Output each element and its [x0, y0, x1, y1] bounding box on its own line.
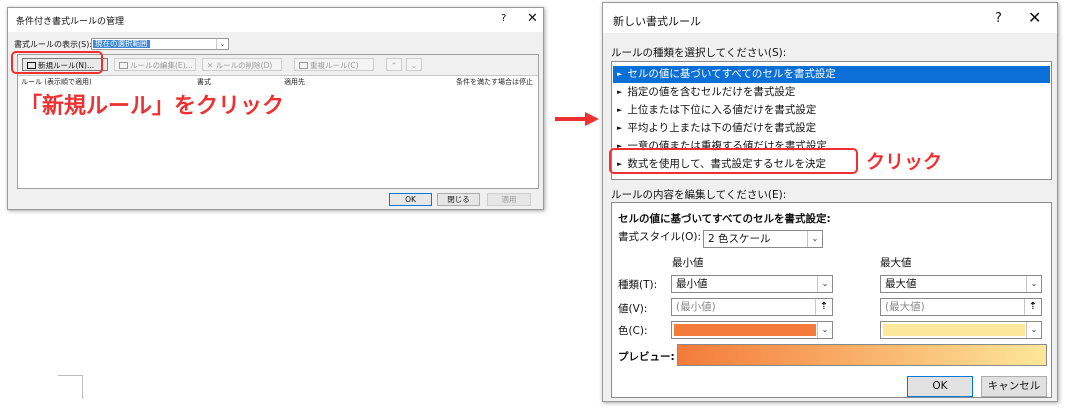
min-header: 最小値	[672, 257, 704, 269]
min-value-placeholder: (最小値)	[676, 301, 716, 313]
show-rules-select[interactable]: 現在の選択範囲 ⌄	[91, 38, 229, 50]
max-header: 最大値	[880, 257, 912, 269]
delete-rule-button[interactable]: ✕ ルールの削除(D)	[202, 58, 282, 71]
rule-type-label: 指定の値を含むセルだけを書式設定	[627, 86, 796, 98]
ok-button[interactable]: OK	[907, 376, 973, 397]
cell-border	[82, 375, 83, 399]
rule-type-item[interactable]: ► 平均より上または下の値だけを書式設定	[613, 120, 1050, 137]
duplicate-rule-icon	[299, 62, 308, 69]
max-color-swatch	[883, 324, 1025, 336]
arrow-right-icon	[555, 112, 599, 126]
rule-type-label: 平均より上または下の値だけを書式設定	[627, 122, 817, 134]
ok-button[interactable]: OK	[389, 193, 432, 206]
manage-rules-titlebar: 条件付き書式ルールの管理 ? ✕	[8, 8, 543, 32]
range-select-icon[interactable]: ⇡	[1024, 299, 1041, 315]
format-style-value: 2 色スケール	[708, 233, 771, 245]
move-down-button[interactable]: ⌄	[406, 58, 422, 71]
rule-type-item[interactable]: ► 指定の値を含むセルだけを書式設定	[613, 84, 1050, 101]
max-type-value: 最大値	[885, 278, 917, 290]
color-label: 色(C):	[618, 325, 648, 337]
manage-rules-title: 条件付き書式ルールの管理	[16, 17, 125, 27]
new-format-rule-dialog: 新しい書式ルール ? ✕ ルールの種類を選択してください(S): ► セルの値に基…	[602, 2, 1058, 402]
duplicate-rule-button[interactable]: 重複ルール(C)	[294, 58, 374, 71]
close-icon[interactable]: ✕	[527, 11, 538, 26]
select-type-label: ルールの種類を選択してください(S):	[611, 47, 787, 59]
formula-option-highlight	[609, 148, 858, 174]
rule-edit-panel: セルの値に基づいてすべてのセルを書式設定: 書式スタイル(O): 2 色スケール…	[611, 202, 1052, 398]
show-rules-label: 書式ルールの表示(S):	[14, 40, 93, 49]
edit-rule-button[interactable]: ルールの編集(E)...	[114, 58, 196, 71]
edit-rule-label: ルールの編集(E)...	[130, 61, 193, 70]
format-style-select[interactable]: 2 色スケール ⌄	[703, 230, 823, 248]
min-color-swatch	[674, 324, 816, 336]
column-header-stop-if-true: 条件を満たす場合は停止	[456, 78, 533, 86]
edit-rule-label: ルールの内容を編集してください(E):	[611, 189, 787, 201]
rule-type-item[interactable]: ► 上位または下位に入る値だけを書式設定	[613, 102, 1050, 119]
show-rules-value: 現在の選択範囲	[93, 39, 150, 48]
chevron-down-icon[interactable]: ⌄	[807, 231, 822, 247]
triangle-right-icon: ►	[617, 70, 623, 78]
chevron-down-icon: ⌄	[410, 61, 418, 70]
max-value-input[interactable]: (最大値) ⇡	[880, 298, 1042, 316]
color-scale-preview	[677, 344, 1047, 366]
delete-icon: ✕	[207, 61, 214, 70]
chevron-down-icon[interactable]: ⌄	[1026, 276, 1041, 292]
chevron-down-icon[interactable]: ⌄	[1026, 322, 1041, 338]
format-style-label: 書式スタイル(O):	[618, 231, 701, 243]
range-select-icon[interactable]: ⇡	[815, 299, 832, 315]
triangle-right-icon: ►	[617, 124, 623, 132]
edit-heading: セルの値に基づいてすべてのセルを書式設定:	[618, 213, 831, 225]
cancel-button[interactable]: キャンセル	[981, 376, 1047, 397]
triangle-right-icon: ►	[617, 106, 623, 114]
cell-border	[58, 375, 82, 376]
new-rule-titlebar: 新しい書式ルール ? ✕	[603, 3, 1057, 33]
new-rule-highlight	[11, 51, 103, 74]
help-icon[interactable]: ?	[995, 11, 1002, 26]
min-value-input[interactable]: (最小値) ⇡	[671, 298, 833, 316]
min-color-picker[interactable]: ⌄	[671, 321, 833, 339]
rule-type-label: 上位または下位に入る値だけを書式設定	[627, 104, 817, 116]
chevron-down-icon[interactable]: ⌄	[817, 276, 832, 292]
annotation-click: クリック	[866, 151, 943, 173]
chevron-down-icon[interactable]: ⌄	[216, 39, 228, 49]
column-header-applies-to: 適用先	[284, 78, 305, 86]
edit-rule-icon	[119, 62, 128, 69]
rule-type-item[interactable]: ► セルの値に基づいてすべてのセルを書式設定	[613, 66, 1050, 83]
chevron-down-icon[interactable]: ⌄	[817, 322, 832, 338]
duplicate-rule-label: 重複ルール(C)	[310, 61, 359, 70]
type-label: 種類(T):	[618, 279, 658, 291]
rule-type-label: セルの値に基づいてすべてのセルを書式設定	[627, 68, 836, 80]
preview-label: プレビュー:	[618, 351, 675, 363]
new-rule-title: 新しい書式ルール	[613, 15, 701, 28]
close-icon[interactable]: ✕	[1028, 8, 1041, 27]
delete-rule-label: ルールの削除(D)	[215, 61, 273, 70]
min-type-value: 最小値	[676, 278, 708, 290]
min-type-select[interactable]: 最小値 ⌄	[671, 275, 833, 293]
value-label: 値(V):	[618, 303, 648, 315]
column-header-format: 書式	[197, 78, 211, 86]
max-color-picker[interactable]: ⌄	[880, 321, 1042, 339]
rules-panel: 新規ルール(N)... ルールの編集(E)... ✕ ルールの削除(D) 重複ル…	[17, 54, 539, 189]
annotation-new-rule: 「新規ルール」をクリック	[20, 94, 285, 119]
column-header-rule: ルール (表示順で適用)	[21, 78, 92, 86]
chevron-up-icon: ⌃	[390, 61, 398, 70]
triangle-right-icon: ►	[617, 88, 623, 96]
max-type-select[interactable]: 最大値 ⌄	[880, 275, 1042, 293]
apply-button[interactable]: 適用	[487, 193, 531, 206]
help-icon[interactable]: ?	[501, 13, 506, 24]
max-value-placeholder: (最大値)	[885, 301, 925, 313]
close-button[interactable]: 閉じる	[437, 193, 480, 206]
move-up-button[interactable]: ⌃	[386, 58, 402, 71]
